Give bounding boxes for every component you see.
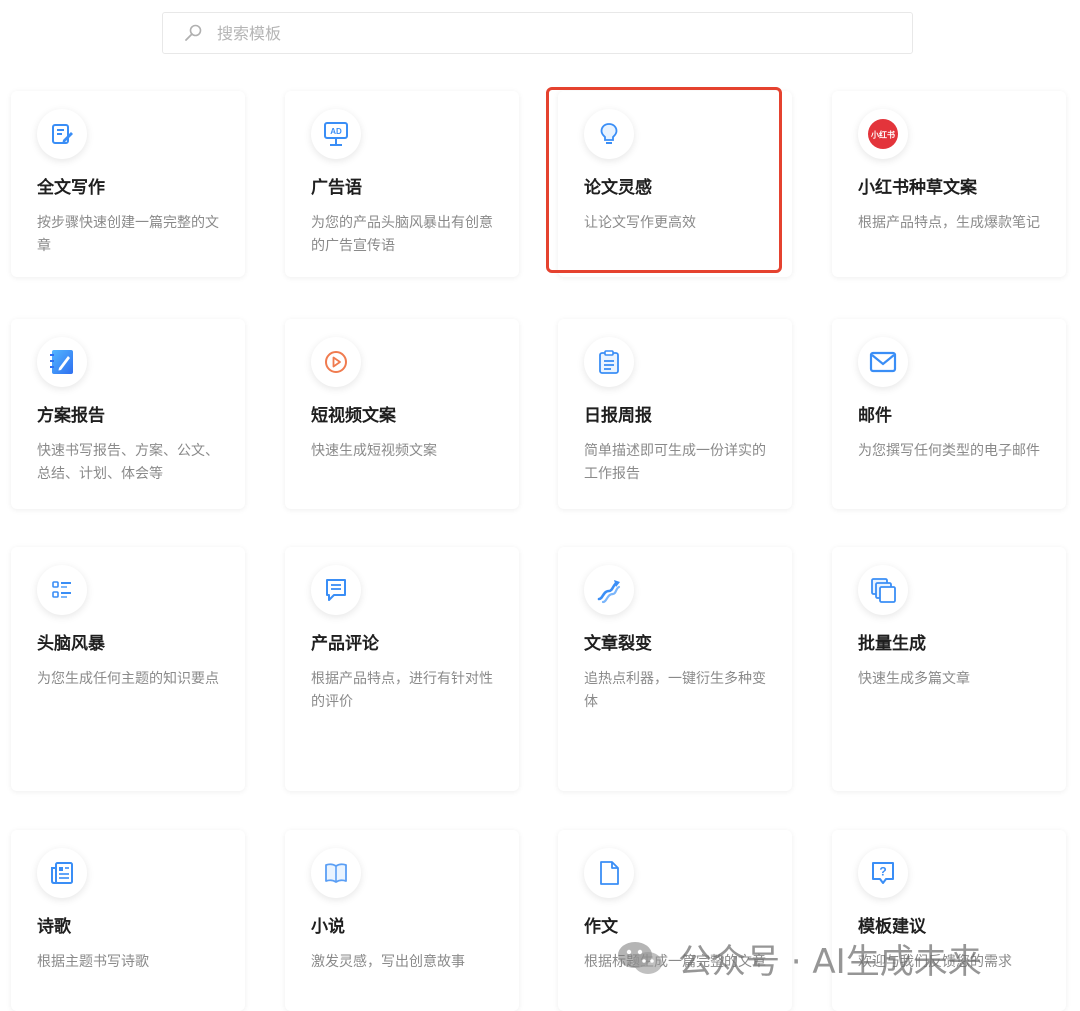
template-card-brainstorm[interactable]: 头脑风暴 为您生成任何主题的知识要点 — [11, 547, 245, 791]
card-description: 激发灵感，写出创意故事 — [311, 954, 465, 970]
svg-text:AD: AD — [330, 127, 342, 136]
card-description: 根据产品特点，进行有针对性的评价 — [311, 671, 493, 710]
card-title: 批量生成 — [858, 634, 926, 654]
card-title: 产品评论 — [311, 634, 379, 654]
card-description: 简单描述即可生成一份详实的工作报告 — [584, 443, 766, 482]
card-title: 小红书种草文案 — [858, 178, 977, 198]
card-title: 短视频文案 — [311, 406, 396, 426]
card-title: 头脑风暴 — [37, 634, 105, 654]
template-card-poetry[interactable]: 诗歌 根据主题书写诗歌 — [11, 830, 245, 1011]
template-card-short-video[interactable]: 短视频文案 快速生成短视频文案 — [285, 319, 519, 509]
search-icon — [183, 21, 207, 45]
notebook-icon — [37, 337, 87, 387]
card-title: 诗歌 — [37, 917, 71, 937]
card-title: 方案报告 — [37, 406, 105, 426]
card-title: 邮件 — [858, 406, 892, 426]
template-card-full-text-writing[interactable]: 全文写作 按步骤快速创建一篇完整的文章 — [11, 91, 245, 277]
document-icon — [584, 848, 634, 898]
template-card-product-review[interactable]: 产品评论 根据产品特点，进行有针对性的评价 — [285, 547, 519, 791]
card-description: 追热点利器，一键衍生多种变体 — [584, 671, 766, 710]
template-card-batch-generate[interactable]: 批量生成 快速生成多篇文章 — [832, 547, 1066, 791]
play-icon — [311, 337, 361, 387]
card-description: 按步骤快速创建一篇完整的文章 — [37, 215, 219, 254]
template-card-xiaohongshu[interactable]: 小红书 小红书种草文案 根据产品特点，生成爆款笔记 — [832, 91, 1066, 277]
card-description: 根据标题生成一篇完整的文章 — [584, 954, 766, 970]
mail-icon — [858, 337, 908, 387]
edit-icon — [37, 109, 87, 159]
list-icon — [37, 565, 87, 615]
card-title: 全文写作 — [37, 178, 105, 198]
template-card-template-suggestion[interactable]: ? 模板建议 欢迎与我们反馈您的需求 — [832, 830, 1066, 1011]
template-card-essay[interactable]: 作文 根据标题生成一篇完整的文章 — [558, 830, 792, 1011]
search-input[interactable] — [217, 23, 817, 43]
template-card-article-variants[interactable]: 文章裂变 追热点利器，一键衍生多种变体 — [558, 547, 792, 791]
stack-icon — [858, 565, 908, 615]
card-title: 作文 — [584, 917, 618, 937]
comment-icon — [311, 565, 361, 615]
question-icon: ? — [858, 848, 908, 898]
card-description: 根据产品特点，生成爆款笔记 — [858, 215, 1040, 231]
template-gallery-page: 全文写作 按步骤快速创建一篇完整的文章 AD 广告语 为您的产品头脑风暴出有创意… — [0, 0, 1080, 1011]
svg-text:小红书: 小红书 — [870, 130, 895, 140]
template-card-novel[interactable]: 小说 激发灵感，写出创意故事 — [285, 830, 519, 1011]
ad-icon: AD — [311, 109, 361, 159]
card-title: 论文灵感 — [584, 178, 652, 198]
split-arrow-icon — [584, 565, 634, 615]
card-description: 根据主题书写诗歌 — [37, 954, 149, 970]
newspaper-icon — [37, 848, 87, 898]
template-card-paper-inspiration[interactable]: 论文灵感 让论文写作更高效 — [558, 91, 792, 277]
card-description: 让论文写作更高效 — [584, 215, 696, 231]
card-description: 为您生成任何主题的知识要点 — [37, 671, 219, 687]
clipboard-icon — [584, 337, 634, 387]
card-title: 小说 — [311, 917, 345, 937]
book-icon — [311, 848, 361, 898]
xiaohongshu-icon: 小红书 — [858, 109, 908, 159]
card-description: 快速书写报告、方案、公文、总结、计划、体会等 — [37, 443, 219, 482]
template-card-proposal-report[interactable]: 方案报告 快速书写报告、方案、公文、总结、计划、体会等 — [11, 319, 245, 509]
card-description: 快速生成多篇文章 — [858, 671, 970, 687]
card-title: 模板建议 — [858, 917, 926, 937]
template-card-email[interactable]: 邮件 为您撰写任何类型的电子邮件 — [832, 319, 1066, 509]
svg-text:?: ? — [879, 865, 886, 879]
template-card-daily-weekly-report[interactable]: 日报周报 简单描述即可生成一份详实的工作报告 — [558, 319, 792, 509]
lightbulb-icon — [584, 109, 634, 159]
template-card-ad-slogan[interactable]: AD 广告语 为您的产品头脑风暴出有创意的广告宣传语 — [285, 91, 519, 277]
search-bar[interactable] — [162, 12, 913, 54]
card-title: 日报周报 — [584, 406, 652, 426]
card-title: 广告语 — [311, 178, 362, 198]
card-description: 为您的产品头脑风暴出有创意的广告宣传语 — [311, 215, 493, 254]
card-description: 欢迎与我们反馈您的需求 — [858, 954, 1012, 970]
card-description: 快速生成短视频文案 — [311, 443, 437, 459]
card-description: 为您撰写任何类型的电子邮件 — [858, 443, 1040, 459]
card-title: 文章裂变 — [584, 634, 652, 654]
